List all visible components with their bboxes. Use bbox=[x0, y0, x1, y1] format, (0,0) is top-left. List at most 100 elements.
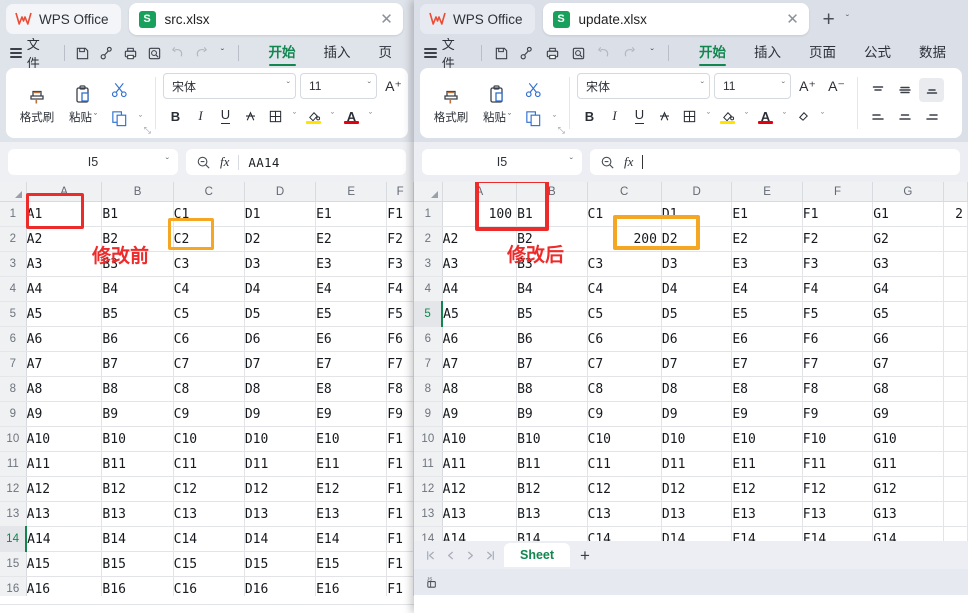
cell-E7[interactable]: E7 bbox=[315, 351, 388, 377]
cell-B5[interactable]: B5 bbox=[101, 301, 174, 327]
row-header-14[interactable]: 14 bbox=[0, 526, 28, 552]
cell-D5[interactable]: D5 bbox=[244, 301, 317, 327]
cell-F2[interactable]: F2 bbox=[802, 226, 874, 252]
cell-D10[interactable]: D10 bbox=[661, 426, 733, 452]
cell-A12[interactable]: A12 bbox=[442, 476, 518, 502]
column-header-A[interactable]: A bbox=[26, 182, 103, 202]
cell-A13[interactable]: A13 bbox=[442, 501, 518, 527]
cell-D12[interactable]: D12 bbox=[661, 476, 733, 502]
cell-E11[interactable]: E11 bbox=[315, 451, 388, 477]
print-icon[interactable] bbox=[540, 42, 566, 64]
cell-B14[interactable]: B14 bbox=[516, 526, 588, 541]
bold-button[interactable]: B bbox=[577, 104, 602, 128]
paste-button[interactable]: 粘贴 ˇ bbox=[60, 72, 106, 134]
cell-E8[interactable]: E8 bbox=[315, 376, 388, 402]
cell-C9[interactable]: C9 bbox=[173, 401, 245, 427]
close-icon[interactable]: ✕ bbox=[783, 9, 803, 29]
cell-C10[interactable]: C10 bbox=[587, 426, 662, 452]
cell-B12[interactable]: B12 bbox=[101, 476, 174, 502]
row-header-7[interactable]: 7 bbox=[0, 351, 27, 377]
row-header-8[interactable]: 8 bbox=[414, 376, 443, 402]
column-header-F[interactable]: F bbox=[386, 182, 414, 202]
cell-E9[interactable]: E9 bbox=[731, 401, 803, 427]
cell-A1[interactable]: 100 bbox=[442, 201, 518, 227]
cell-E2[interactable]: E2 bbox=[731, 226, 803, 252]
cell-D4[interactable]: D4 bbox=[661, 276, 733, 302]
cell-D14[interactable]: D14 bbox=[244, 526, 317, 552]
cell-G7[interactable]: G7 bbox=[872, 351, 944, 377]
cell-D12[interactable]: D12 bbox=[244, 476, 317, 502]
cell-B1[interactable]: B1 bbox=[101, 201, 174, 227]
table-row[interactable]: 7 A7 B7 C7 D7 E7 F7 G7 bbox=[414, 351, 968, 377]
left-spreadsheet-grid[interactable]: A B C D E F 1 A1 B1 C1 D1 E1 F1 2 A2 B2 C2 D2 E2 F2 3 A… bbox=[0, 182, 414, 596]
cell-C10[interactable]: C10 bbox=[173, 426, 245, 452]
cell-D3[interactable]: D3 bbox=[244, 251, 317, 277]
cell-C3[interactable]: C3 bbox=[173, 251, 245, 277]
cell-B13[interactable]: B13 bbox=[516, 501, 588, 527]
cell-E10[interactable]: E10 bbox=[731, 426, 803, 452]
align-right-icon[interactable] bbox=[919, 105, 944, 129]
column-header-B[interactable]: B bbox=[101, 182, 174, 202]
cell-E10[interactable]: E10 bbox=[315, 426, 388, 452]
redo-icon[interactable] bbox=[617, 42, 643, 64]
cell-D14[interactable]: D14 bbox=[661, 526, 733, 541]
cell-G1[interactable]: G1 bbox=[872, 201, 944, 227]
cell-E1[interactable]: E1 bbox=[731, 201, 803, 227]
format-painter-button[interactable]: 格式刷 bbox=[14, 72, 60, 134]
cell-A2[interactable]: A2 bbox=[442, 226, 518, 252]
zoom-out-icon[interactable] bbox=[600, 155, 615, 170]
align-center-icon[interactable] bbox=[892, 105, 917, 129]
cell-H8[interactable] bbox=[943, 376, 968, 402]
table-row[interactable]: 2 A2 B2 200 D2 E2 F2 G2 bbox=[414, 226, 968, 252]
cell-G9[interactable]: G9 bbox=[872, 401, 944, 427]
cell-B10[interactable]: B10 bbox=[101, 426, 174, 452]
ribbon-tab-data[interactable]: 数据 bbox=[905, 38, 960, 68]
row-header-1[interactable]: 1 bbox=[0, 201, 27, 227]
font-color-button[interactable]: A bbox=[753, 104, 778, 128]
fill-color-button[interactable] bbox=[301, 104, 326, 128]
row-header-9[interactable]: 9 bbox=[0, 401, 27, 427]
table-row[interactable]: 15 A15 B15 C15 D15 E15 F1 bbox=[0, 551, 414, 577]
cell-A3[interactable]: A3 bbox=[442, 251, 518, 277]
cell-D2[interactable]: D2 bbox=[244, 226, 317, 252]
cell-F7[interactable]: F7 bbox=[802, 351, 874, 377]
cell-F9[interactable]: F9 bbox=[386, 401, 414, 427]
row-header-4[interactable]: 4 bbox=[414, 276, 443, 302]
quick-access-more-icon[interactable]: ˇ bbox=[213, 42, 231, 64]
print-preview-icon[interactable] bbox=[565, 42, 591, 64]
cell-C7[interactable]: C7 bbox=[173, 351, 245, 377]
column-header-B[interactable]: B bbox=[516, 182, 588, 202]
cell-C13[interactable]: C13 bbox=[587, 501, 662, 527]
cell-F6[interactable]: F6 bbox=[802, 326, 874, 352]
cell-B3[interactable]: B3 bbox=[516, 251, 588, 277]
file-menu-button[interactable]: 文件 bbox=[422, 38, 475, 68]
table-row[interactable]: 13 A13 B13 C13 D13 E13 F13 G13 bbox=[414, 501, 968, 527]
underline-button[interactable]: U bbox=[213, 104, 238, 128]
cell-F1[interactable]: F1 bbox=[802, 201, 874, 227]
cell-C9[interactable]: C9 bbox=[587, 401, 662, 427]
row-header-3[interactable]: 3 bbox=[414, 251, 443, 277]
cell-B9[interactable]: B9 bbox=[516, 401, 588, 427]
cell-H7[interactable] bbox=[943, 351, 968, 377]
cell-F4[interactable]: F4 bbox=[386, 276, 414, 302]
cell-F3[interactable]: F3 bbox=[802, 251, 874, 277]
table-row[interactable]: 6 A6 B6 C6 D6 E6 F6 G6 bbox=[414, 326, 968, 352]
cell-C11[interactable]: C11 bbox=[173, 451, 245, 477]
borders-options-icon[interactable]: ˇ bbox=[288, 104, 301, 128]
cell-C12[interactable]: C12 bbox=[587, 476, 662, 502]
cell-G8[interactable]: G8 bbox=[872, 376, 944, 402]
cut-icon[interactable] bbox=[520, 78, 546, 102]
print-icon[interactable] bbox=[118, 42, 142, 64]
save-icon[interactable] bbox=[488, 42, 514, 64]
fill-color-button[interactable] bbox=[715, 104, 740, 128]
cell-E5[interactable]: E5 bbox=[731, 301, 803, 327]
cell-A12[interactable]: A12 bbox=[26, 476, 103, 502]
format-painter-button[interactable]: 格式刷 bbox=[428, 72, 474, 134]
cell-G6[interactable]: G6 bbox=[872, 326, 944, 352]
cell-C12[interactable]: C12 bbox=[173, 476, 245, 502]
cell-F8[interactable]: F8 bbox=[386, 376, 414, 402]
cell-B5[interactable]: B5 bbox=[516, 301, 588, 327]
close-icon[interactable]: ✕ bbox=[377, 9, 397, 29]
increase-font-size-button[interactable]: A⁺ bbox=[795, 74, 820, 98]
new-tab-button[interactable]: + bbox=[819, 9, 839, 30]
